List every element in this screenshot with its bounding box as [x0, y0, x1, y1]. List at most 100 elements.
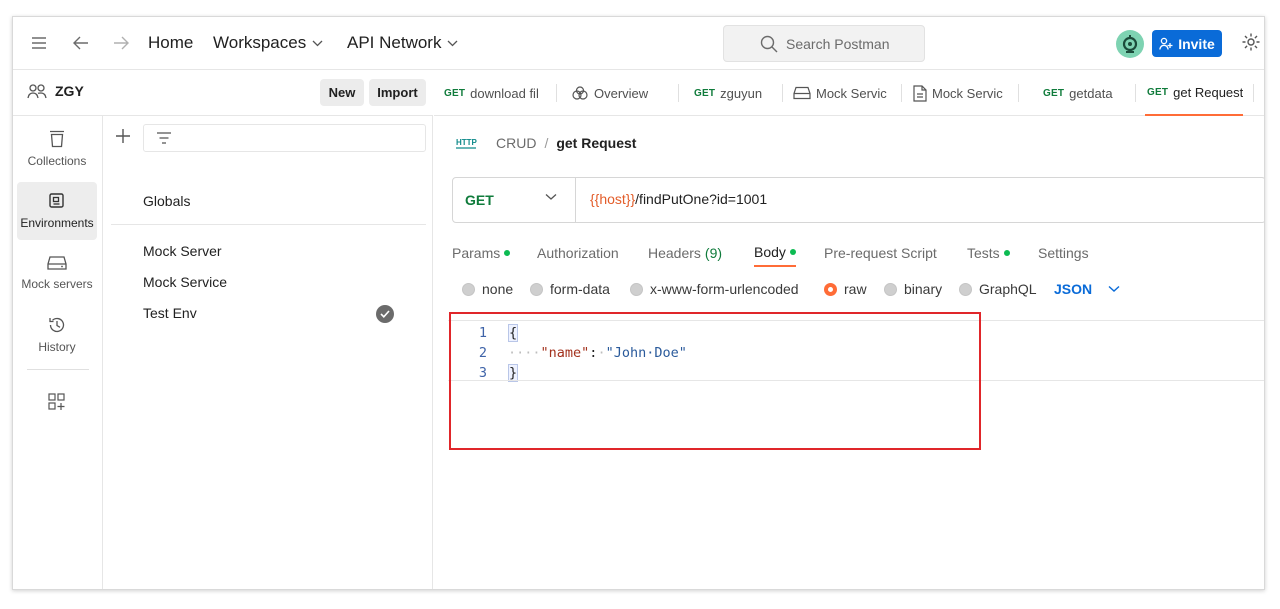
- chevron-down-icon: [545, 194, 557, 200]
- env-item-mock-server[interactable]: Mock Server: [143, 243, 222, 259]
- radio-graphql[interactable]: GraphQL: [959, 281, 1037, 297]
- tab-label: Headers: [648, 245, 701, 261]
- chevron-down-icon: [1108, 285, 1120, 292]
- radio-none[interactable]: none: [462, 281, 513, 297]
- svg-text:HTTP: HTTP: [456, 138, 478, 147]
- line-number: 1: [478, 325, 487, 341]
- sidebar-item-mock-servers[interactable]: Mock servers: [17, 244, 97, 302]
- tab-label: Mock Servic: [932, 85, 1003, 101]
- radio-circle: [530, 282, 543, 296]
- method-select[interactable]: GET: [453, 178, 576, 222]
- tab-overview[interactable]: Overview: [571, 70, 671, 116]
- url-input[interactable]: {{host}}/findPutOne?id=1001: [590, 191, 767, 207]
- radio-label: form-data: [550, 281, 610, 297]
- json-key: "name": [540, 345, 590, 361]
- tab-method: GET: [1147, 86, 1169, 98]
- sidebar-item-label: History: [38, 340, 76, 354]
- back-arrow-icon[interactable]: [69, 31, 93, 55]
- new-button[interactable]: New: [320, 79, 364, 106]
- filter-input[interactable]: [143, 124, 426, 152]
- env-item-globals[interactable]: Globals: [143, 193, 190, 209]
- search-icon: [760, 35, 778, 53]
- tab-label: get Request: [1173, 84, 1243, 100]
- forward-arrow-icon[interactable]: [109, 31, 133, 55]
- tab-label: Overview: [594, 85, 649, 101]
- env-item-mock-service[interactable]: Mock Service: [143, 274, 227, 290]
- breadcrumb-parent[interactable]: CRUD: [496, 135, 536, 151]
- invite-button[interactable]: Invite: [1152, 30, 1222, 57]
- tab-mock-server[interactable]: Mock Servic: [793, 70, 891, 116]
- home-label: Home: [148, 33, 194, 52]
- env-label: Globals: [143, 193, 191, 209]
- tab-label: Pre-request Script: [824, 245, 937, 261]
- api-network-menu[interactable]: API Network: [347, 33, 458, 53]
- radio-circle: [630, 282, 643, 296]
- radio-form-data[interactable]: form-data: [530, 281, 610, 297]
- rail-divider: [27, 369, 89, 370]
- history-icon: [49, 317, 65, 333]
- mock-servers-icon: [47, 256, 67, 270]
- env-item-test-env[interactable]: Test Env: [143, 305, 197, 321]
- sidebar-item-label: Collections: [27, 154, 87, 168]
- radio-urlencoded[interactable]: x-www-form-urlencoded: [630, 281, 799, 297]
- active-environment-check-icon[interactable]: [376, 305, 394, 323]
- body-type-options: none form-data x-www-form-urlencoded raw…: [460, 279, 1264, 301]
- postman-window: Home Workspaces API Network Search Postm…: [12, 16, 1265, 590]
- avatar[interactable]: [1116, 30, 1144, 58]
- sidebar-item-history[interactable]: History: [17, 306, 97, 364]
- filter-icon: [157, 132, 171, 144]
- home-link[interactable]: Home: [148, 33, 193, 53]
- highlight-box: [449, 312, 981, 450]
- format-select[interactable]: JSON: [1054, 281, 1120, 297]
- tab-headers[interactable]: Headers (9): [648, 239, 722, 267]
- tab-mock-service[interactable]: Mock Servic: [913, 70, 1009, 116]
- tab-body[interactable]: Body: [754, 239, 796, 267]
- import-label: Import: [377, 85, 418, 100]
- radio-label: none: [482, 281, 514, 297]
- configure-workbench-icon[interactable]: [48, 393, 66, 416]
- sidebar-rail: Collections Environments Mock servers Hi…: [13, 116, 103, 589]
- tab-zguyun[interactable]: GET zguyun: [694, 70, 774, 116]
- tab-label: Params: [452, 245, 501, 261]
- sidebar-item-label: Mock servers: [21, 277, 93, 291]
- add-environment-icon[interactable]: [115, 126, 131, 148]
- active-dot-icon: [789, 249, 796, 255]
- search-input[interactable]: Search Postman: [723, 25, 925, 62]
- environments-panel: Globals Mock Server Mock Service Test En…: [103, 116, 433, 589]
- radio-circle: [884, 282, 897, 296]
- workspace-header: ZGY New Import: [13, 70, 433, 116]
- add-user-icon: [1159, 37, 1173, 50]
- radio-binary[interactable]: binary: [884, 281, 942, 297]
- menu-icon[interactable]: [27, 31, 51, 55]
- env-divider: [111, 224, 426, 225]
- format-label: JSON: [1054, 281, 1093, 297]
- tab-settings[interactable]: Settings: [1038, 239, 1089, 267]
- line-number: 2: [478, 345, 487, 361]
- gear-icon[interactable]: [1241, 32, 1261, 57]
- sidebar-item-environments[interactable]: Environments: [17, 182, 97, 240]
- workspaces-menu[interactable]: Workspaces: [213, 33, 323, 53]
- breadcrumb-current[interactable]: get Request: [556, 135, 636, 151]
- import-button[interactable]: Import: [369, 79, 426, 106]
- request-subtabs: Params Authorization Headers (9) Body Pre…: [452, 239, 1264, 267]
- workspace-name-label: ZGY: [55, 83, 84, 99]
- sidebar-item-collections[interactable]: Collections: [17, 120, 97, 178]
- overview-icon: [572, 86, 588, 100]
- environments-toolbar: [103, 122, 433, 154]
- mock-server-icon: [793, 86, 811, 100]
- json-value: "John·Doe": [605, 345, 687, 361]
- env-label: Test Env: [143, 305, 197, 321]
- indent-whitespace: ····: [508, 345, 541, 361]
- workspace-name[interactable]: ZGY: [27, 83, 84, 99]
- tab-tests[interactable]: Tests: [967, 239, 1010, 267]
- tab-get-request[interactable]: GET get Request: [1145, 70, 1243, 116]
- tab-authorization[interactable]: Authorization: [537, 239, 619, 267]
- tab-getdata[interactable]: GET getdata: [1043, 70, 1123, 116]
- tab-pre-request-script[interactable]: Pre-request Script: [824, 239, 937, 267]
- env-label: Mock Server: [143, 243, 222, 259]
- radio-raw[interactable]: raw: [824, 281, 867, 297]
- search-placeholder: Search Postman: [786, 35, 890, 52]
- tab-params[interactable]: Params: [452, 239, 511, 267]
- chevron-down-icon: [312, 40, 323, 46]
- tab-download-file[interactable]: GET download fil: [444, 70, 550, 116]
